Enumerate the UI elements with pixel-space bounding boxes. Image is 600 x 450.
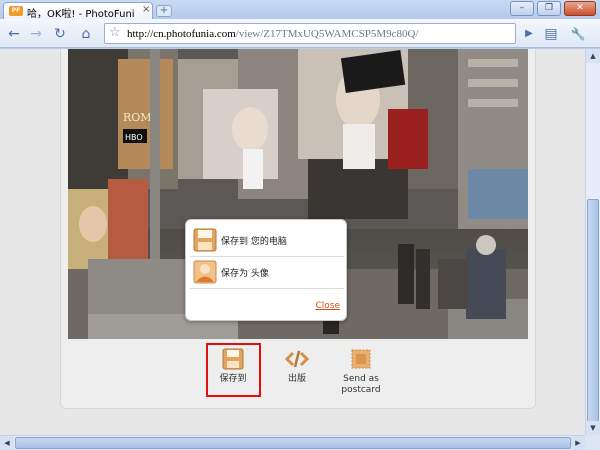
tab-title: 哈，OK啦! - PhotoFunia	[27, 9, 135, 20]
publish-label: 出版	[287, 374, 306, 384]
save-button[interactable]: 保存到	[198, 348, 268, 385]
publish-button[interactable]: 出版	[262, 348, 332, 385]
address-bar[interactable]: ☆ http://cn.photofunia.com/view/Z17TMxUQ…	[104, 23, 516, 44]
horizontal-scroll-thumb[interactable]	[15, 437, 571, 449]
browser-tab[interactable]: PF 哈，OK啦! - PhotoFunia ×	[3, 2, 153, 20]
scroll-left-arrow-icon[interactable]: ◀	[0, 436, 14, 450]
scroll-down-arrow-icon[interactable]: ▼	[586, 421, 600, 435]
forward-arrow-icon[interactable]: →	[26, 24, 46, 44]
postcard-label-line2: postcard	[341, 385, 381, 395]
save-as-avatar-option[interactable]: 保存为 头像	[190, 258, 344, 286]
save-label: 保存到	[219, 374, 247, 384]
close-window-button[interactable]: ✕	[564, 1, 596, 16]
save-as-avatar-label: 保存为 头像	[221, 269, 269, 279]
browser-toolbar: ← → ↻ ⌂ ☆ http://cn.photofunia.com/view/…	[0, 19, 600, 48]
popup-close-link[interactable]: Close	[315, 301, 340, 311]
send-postcard-button[interactable]: Send as postcard	[326, 348, 396, 396]
restore-button[interactable]: ❐	[537, 1, 561, 16]
title-bar: PF 哈，OK啦! - PhotoFunia × + – ❐ ✕	[0, 0, 600, 20]
new-tab-button[interactable]: +	[156, 5, 172, 17]
go-arrow-icon[interactable]: ▶	[519, 24, 539, 44]
postcard-label-line1: Send as	[343, 374, 379, 384]
url-path: /view/Z17TMxUQ5WAMCSP5M9c80Q/	[235, 28, 419, 40]
scroll-right-arrow-icon[interactable]: ▶	[571, 436, 585, 450]
save-floppy-icon	[193, 228, 217, 252]
popup-divider	[190, 288, 344, 289]
save-floppy-icon	[222, 348, 244, 370]
home-icon[interactable]: ⌂	[76, 24, 96, 44]
url-text: http://cn.photofunia.com/view/Z17TMxUQ5W…	[127, 28, 419, 40]
minimize-button[interactable]: –	[510, 1, 534, 16]
vertical-scrollbar[interactable]: ▲ ▼	[585, 49, 600, 435]
page-menu-icon[interactable]: ▤	[541, 24, 561, 44]
save-to-computer-option[interactable]: 保存到 您的电脑	[190, 226, 344, 254]
vertical-scroll-thumb[interactable]	[587, 199, 599, 435]
avatar-person-icon	[193, 260, 217, 284]
popup-divider	[190, 256, 344, 257]
back-arrow-icon[interactable]: ←	[4, 24, 24, 44]
bookmark-star-icon[interactable]: ☆	[109, 25, 121, 40]
wrench-icon[interactable]: 🔧	[568, 24, 588, 44]
horizontal-scrollbar[interactable]: ◀ ▶	[0, 435, 585, 450]
postcard-stamp-icon	[351, 349, 371, 369]
save-to-computer-label: 保存到 您的电脑	[221, 237, 287, 247]
save-options-popup: 保存到 您的电脑 保存为 头像 Close	[185, 219, 347, 321]
reload-icon[interactable]: ↻	[50, 24, 70, 44]
photofunia-favicon-icon: PF	[9, 6, 23, 16]
tab-close-icon[interactable]: ×	[142, 4, 150, 15]
scroll-up-arrow-icon[interactable]: ▲	[586, 49, 600, 63]
url-host: http://cn.photofunia.com	[127, 28, 236, 40]
page-viewport: ROME HBO 保存到 出版 Send as postcard 保存到 您的电…	[0, 49, 585, 435]
code-embed-icon	[285, 350, 309, 368]
scrollbar-corner	[585, 435, 600, 450]
